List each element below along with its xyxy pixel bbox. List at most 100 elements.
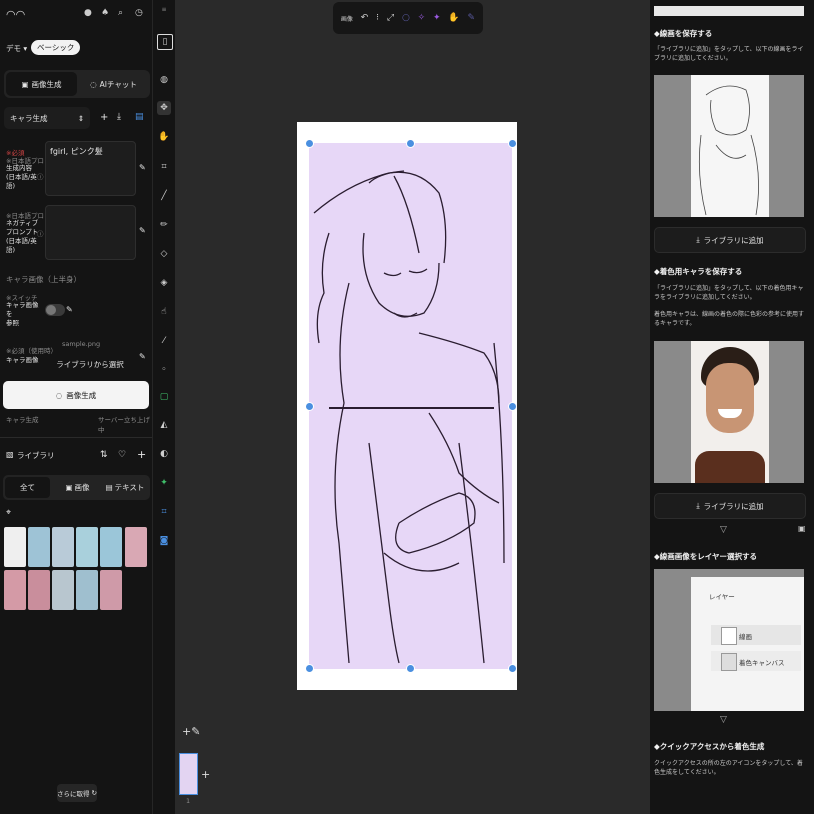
project-label: デモ xyxy=(6,44,21,53)
tab-image-gen[interactable]: ▣ 画像生成 xyxy=(6,72,77,96)
character-face xyxy=(706,363,754,433)
negative-prompt-input[interactable] xyxy=(45,205,136,260)
filter-text[interactable]: ▤ テキスト xyxy=(102,477,148,498)
library-thumb[interactable] xyxy=(100,527,122,567)
resize-handle[interactable] xyxy=(508,402,517,411)
resize-handle[interactable] xyxy=(305,139,314,148)
app-logo: ◠◠ xyxy=(6,8,26,21)
selection-area[interactable] xyxy=(309,143,512,669)
pin-icon[interactable]: ✎ xyxy=(467,13,475,23)
magic-hand-icon[interactable]: ✋ xyxy=(448,13,459,23)
library-thumb[interactable] xyxy=(28,527,50,567)
layer-name: 着色キャンバス xyxy=(739,659,785,667)
layer-tool-icon[interactable]: ▯ xyxy=(157,34,173,50)
load-more-button[interactable]: さらに取得 ↻ xyxy=(57,784,97,802)
library-thumb[interactable] xyxy=(52,570,74,610)
library-icon: ▧ xyxy=(6,450,14,459)
hand-icon[interactable]: ✋ xyxy=(157,130,171,144)
tag-icon[interactable]: ⌖ xyxy=(6,508,11,518)
fill-icon[interactable]: ◈ xyxy=(157,276,171,290)
prompt-input[interactable] xyxy=(45,141,136,196)
expand-icon[interactable]: ⤢ xyxy=(387,13,394,23)
info-icon: ⓘ xyxy=(37,173,44,181)
move-icon[interactable]: ✥ xyxy=(157,101,171,115)
layer-thumb xyxy=(721,627,737,645)
add-page-button[interactable]: + xyxy=(201,768,210,781)
ai-brush-icon[interactable]: ✦ xyxy=(157,476,171,490)
filter-image[interactable]: ▣ 画像 xyxy=(55,477,100,498)
resize-handle[interactable] xyxy=(305,402,314,411)
library-thumb[interactable] xyxy=(4,570,26,610)
bell-icon[interactable]: ♠ xyxy=(101,8,109,18)
filter-image-label: 画像 xyxy=(74,483,90,492)
page-thumbnail[interactable] xyxy=(179,753,198,795)
history-icon[interactable]: ◷ xyxy=(135,8,143,18)
char-ref-toggle[interactable] xyxy=(45,304,65,316)
save-icon[interactable]: ▤ xyxy=(135,112,144,122)
add-to-library-button[interactable]: ⤓ ライブラリに追加 xyxy=(654,227,806,253)
lasso-icon[interactable]: ◍ xyxy=(157,73,171,87)
library-thumb[interactable] xyxy=(76,570,98,610)
select-rect-icon[interactable]: ▢ xyxy=(157,390,171,404)
filter-all[interactable]: 全て xyxy=(5,477,50,498)
line-art-image xyxy=(691,75,769,217)
moon-icon[interactable]: ● xyxy=(84,8,92,18)
edit-icon-2[interactable]: ✎ xyxy=(139,226,146,235)
layer-name: 線画 xyxy=(739,633,752,641)
blend-icon[interactable]: ◐ xyxy=(157,447,171,461)
heart-icon[interactable]: ♡ xyxy=(118,450,126,460)
eraser-icon[interactable]: ◇ xyxy=(157,247,171,261)
library-thumb[interactable] xyxy=(100,570,122,610)
top-toolbar: 画像 ↶ ⁝ ⤢ ○ ✧ ✦ ✋ ✎ xyxy=(333,2,483,34)
resize-handle[interactable] xyxy=(305,664,314,673)
resize-handle[interactable] xyxy=(508,139,517,148)
pen-icon[interactable]: ╱ xyxy=(157,189,171,203)
grid-icon[interactable]: ⁝ xyxy=(376,13,379,23)
sparkle-icon[interactable]: ✧ xyxy=(418,13,426,23)
resize-handle[interactable] xyxy=(406,139,415,148)
brush-icon[interactable]: ✏ xyxy=(157,218,171,232)
finger-icon[interactable]: ☝ xyxy=(157,305,171,319)
download-icon-2: ⤓ xyxy=(696,235,700,244)
add-icon[interactable]: + xyxy=(100,112,108,123)
edit-icon-3[interactable]: ✎ xyxy=(66,305,73,314)
edit-icon[interactable]: ✎ xyxy=(139,163,146,172)
crop-icon[interactable]: ⌗ xyxy=(157,505,171,519)
collapse-icon[interactable]: ≡ xyxy=(157,2,171,16)
char-image-label: キャラ画像 xyxy=(6,356,39,364)
edit-icon-4[interactable]: ✎ xyxy=(139,352,146,361)
transform-icon[interactable]: ⌗ xyxy=(157,160,171,174)
resize-handle[interactable] xyxy=(508,664,517,673)
page-number: 1 xyxy=(186,797,191,805)
resize-handle[interactable] xyxy=(406,664,415,673)
chat-bubble-icon[interactable]: ▣ xyxy=(798,524,806,533)
download-icon[interactable]: ⤓ xyxy=(117,112,121,122)
mode-select[interactable]: キャラ生成 ⇕ xyxy=(4,107,90,129)
library-thumb[interactable] xyxy=(125,527,147,567)
stamp-icon[interactable]: ◭ xyxy=(157,418,171,432)
sort-icon[interactable]: ⇅ xyxy=(100,450,108,460)
generate-button[interactable]: ◌ 画像生成 xyxy=(3,381,149,409)
status-right: サーバー立ち上げ中 xyxy=(98,416,150,434)
drop-icon[interactable]: ◦ xyxy=(157,363,171,377)
eyedropper-icon[interactable]: ⁄ xyxy=(157,334,171,348)
section-text: クイックアクセスの所の左のアイコンをタップして、着色生成をしてください。 xyxy=(654,760,803,776)
updown-icon: ⇕ xyxy=(77,113,84,123)
library-thumb[interactable] xyxy=(28,570,50,610)
library-thumb[interactable] xyxy=(76,527,98,567)
tool-column: ≡ ▯ ◍ ✥ ✋ ⌗ ╱ ✏ ◇ ◈ ☝ ⁄ ◦ ▢ ◭ ◐ ✦ ⌗ ◙ xyxy=(153,0,175,814)
circle-icon[interactable]: ○ xyxy=(402,13,410,23)
tab-ai-chat[interactable]: ◌ AIチャット xyxy=(79,72,148,96)
library-select-button[interactable]: ライブラリから選択 xyxy=(45,354,135,374)
sparkle-multi-icon[interactable]: ✦ xyxy=(433,13,441,23)
library-thumb[interactable] xyxy=(4,527,26,567)
add-library-icon[interactable]: + xyxy=(137,448,146,461)
add-to-library-button[interactable]: ⤓ ライブラリに追加 xyxy=(654,493,806,519)
search-icon[interactable]: ⌕ xyxy=(118,8,123,18)
chat-icon: ◌ xyxy=(90,79,97,89)
add-page-icon[interactable]: +✎ xyxy=(182,725,200,738)
camera-icon[interactable]: ◙ xyxy=(157,534,171,548)
undo-icon[interactable]: ↶ xyxy=(361,13,369,23)
project-dropdown[interactable]: デモ ▾ xyxy=(6,43,27,54)
library-thumb[interactable] xyxy=(52,527,74,567)
